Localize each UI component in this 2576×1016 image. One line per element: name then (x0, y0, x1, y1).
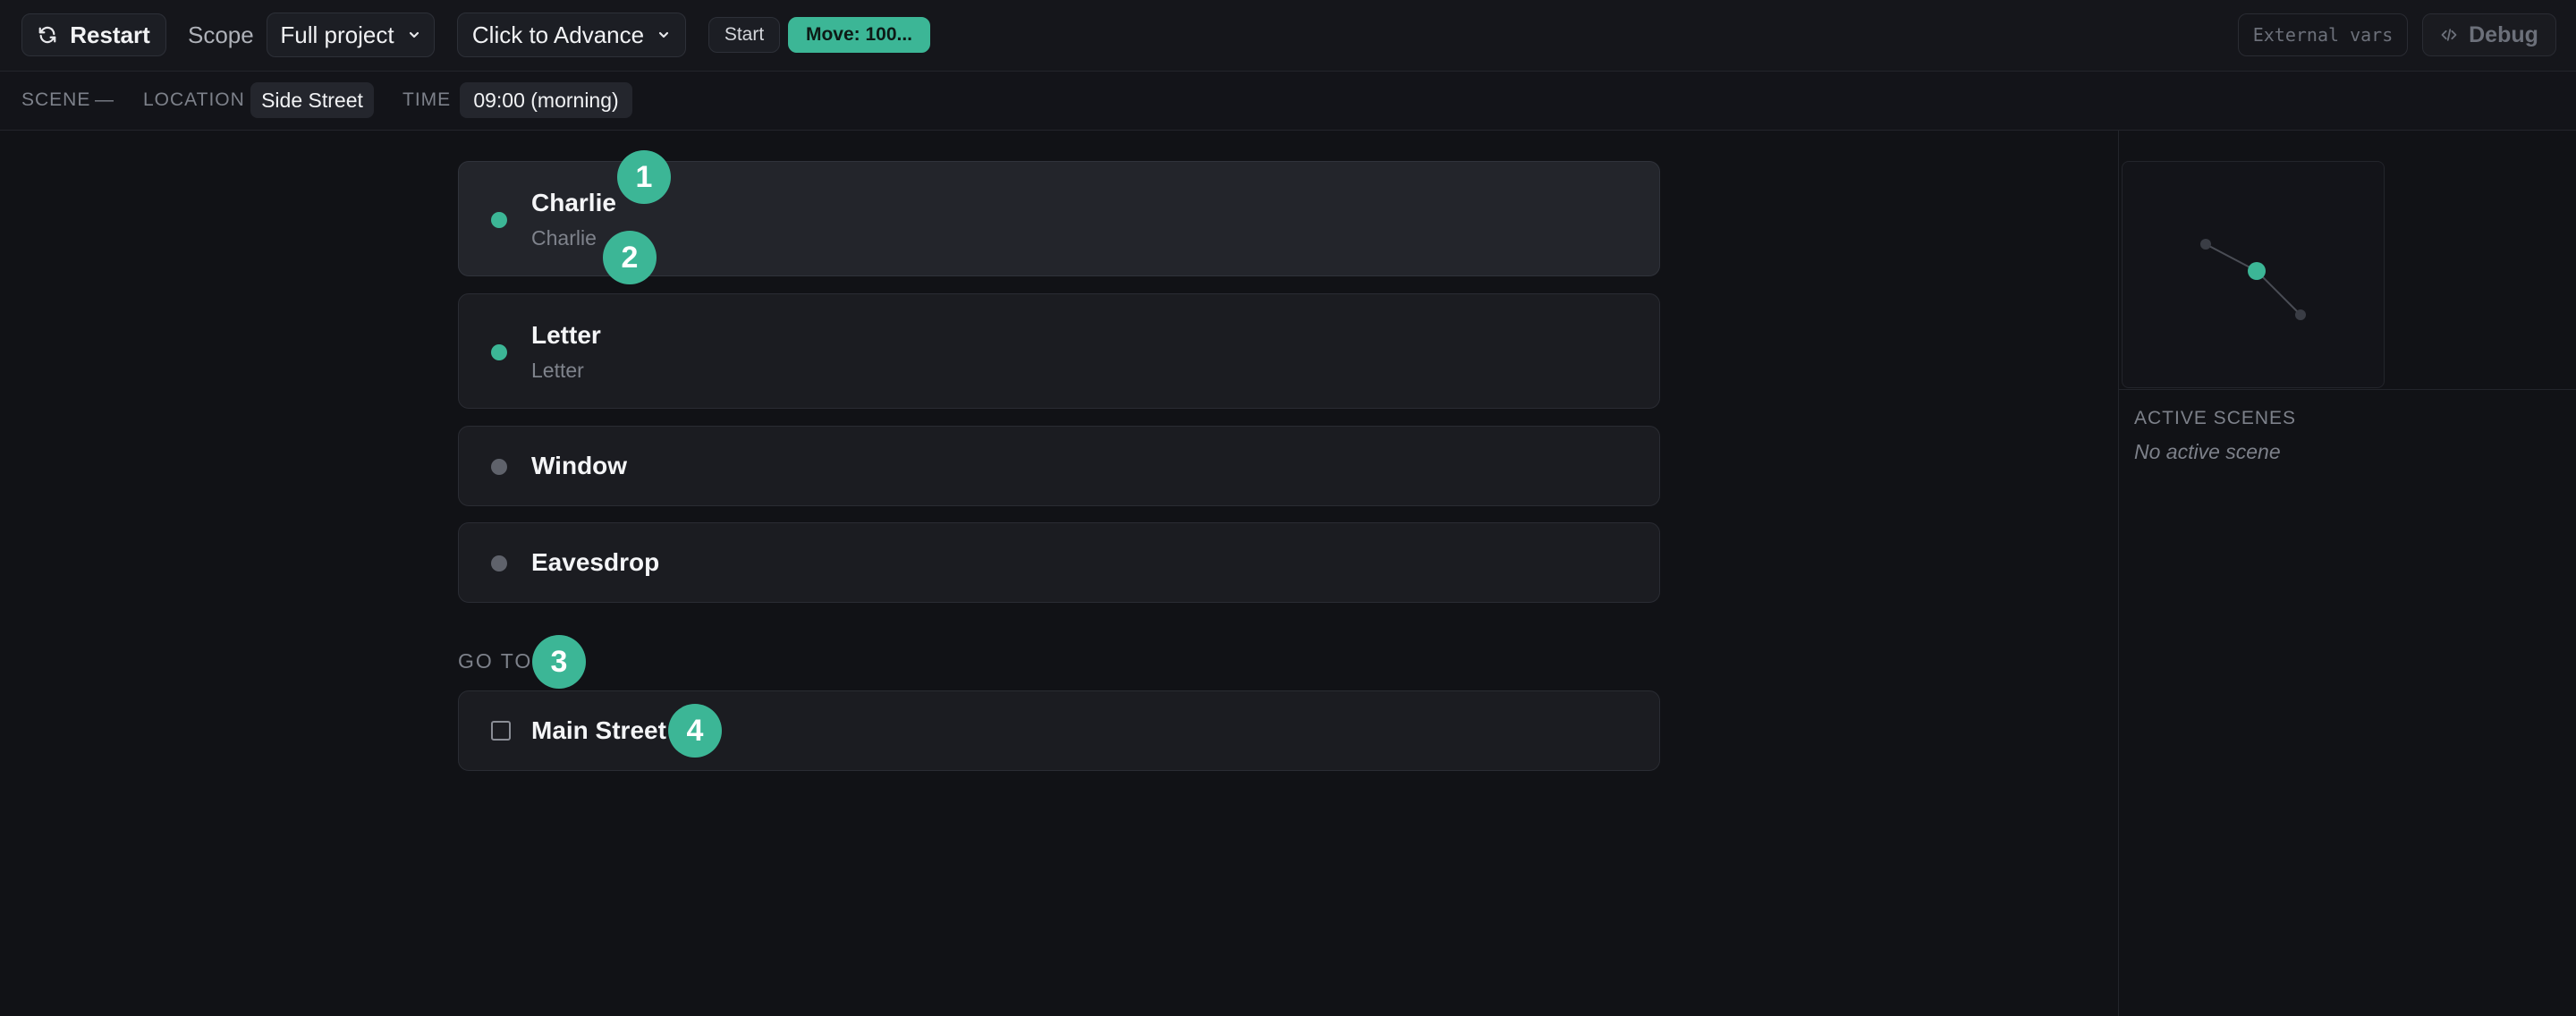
external-vars-button[interactable]: External vars (2238, 13, 2408, 56)
choice-card-window[interactable]: Window (458, 426, 1660, 506)
scene-value: — (95, 89, 114, 110)
advance-mode-dropdown[interactable]: Click to Advance (457, 13, 686, 57)
choice-title: Window (531, 452, 628, 479)
restart-button[interactable]: Restart (21, 13, 166, 56)
scope-dropdown[interactable]: Full project (267, 13, 435, 57)
goto-heading: GO TO (458, 649, 533, 673)
restart-label: Restart (70, 21, 150, 48)
code-icon (2441, 29, 2457, 41)
chevron-down-icon (409, 31, 419, 38)
chevron-down-icon (659, 31, 669, 38)
start-label: Start (724, 24, 765, 45)
active-scenes-empty: No active scene (2134, 440, 2281, 463)
choice-title: Eavesdrop (531, 548, 660, 576)
external-vars-label: External vars (2252, 24, 2394, 46)
annotation-badge-2: 2 (603, 231, 657, 284)
status-dot (491, 212, 507, 228)
status-dot (491, 344, 507, 360)
refresh-icon (38, 26, 56, 44)
goto-title: Main Street (531, 716, 666, 744)
graph-edge (2256, 270, 2301, 316)
goto-card-main-street[interactable]: Main Street (458, 690, 1660, 771)
current-graph-node (2248, 262, 2266, 280)
graph-node (2200, 239, 2211, 250)
annotation-badge-4: 4 (668, 704, 722, 758)
location-label: LOCATION (143, 89, 245, 110)
debug-label: Debug (2469, 21, 2538, 47)
annotation-badge-3: 3 (532, 635, 586, 689)
scene-graph-minimap[interactable] (2122, 161, 2385, 388)
start-button[interactable]: Start (708, 17, 780, 53)
advance-mode-value: Click to Advance (471, 21, 645, 48)
side-divider (2118, 389, 2576, 390)
location-value: Side Street (250, 82, 374, 118)
status-bar (0, 72, 2576, 131)
choice-title: Letter (531, 321, 601, 349)
status-dot (491, 555, 507, 572)
scope-label: Scope (188, 21, 254, 48)
active-scenes-heading: ACTIVE SCENES (2134, 408, 2297, 428)
choice-subtitle: Charlie (531, 226, 597, 250)
choice-title: Charlie (531, 189, 616, 216)
choice-card-letter[interactable]: Letter Letter (458, 293, 1660, 409)
checkbox-icon[interactable] (491, 721, 511, 741)
scope-value: Full project (280, 21, 394, 48)
time-label: TIME (402, 89, 452, 110)
choice-card-eavesdrop[interactable]: Eavesdrop (458, 522, 1660, 603)
choice-subtitle: Letter (531, 359, 584, 382)
move-label: Move: 100... (805, 24, 913, 45)
move-button[interactable]: Move: 100... (788, 17, 930, 53)
graph-node (2295, 309, 2306, 320)
status-dot (491, 459, 507, 475)
scene-label: SCENE (21, 89, 91, 110)
time-value: 09:00 (morning) (460, 82, 632, 118)
debug-button[interactable]: Debug (2422, 13, 2556, 56)
annotation-badge-1: 1 (617, 150, 671, 204)
scene-graph (2200, 239, 2306, 320)
